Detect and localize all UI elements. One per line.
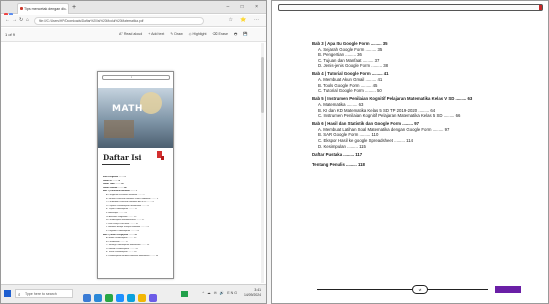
cover-title: MATH	[112, 104, 143, 114]
screenshot-root: Tips mencetak dengan di... × + – □ × ← →…	[0, 0, 549, 304]
taskbar-app-icon[interactable]	[149, 294, 157, 302]
page-indicator[interactable]: 1 of 9	[5, 30, 15, 39]
taskbar-app-icon[interactable]	[127, 294, 135, 302]
pdf-toolbar: 1 of 9 A° Read aloud + Add text ✎ Draw ◇…	[1, 28, 266, 42]
search-icon: ⌕	[18, 292, 21, 297]
browser-window: Tips mencetak dengan di... × + – □ × ← →…	[0, 0, 267, 304]
page-header-strip: i	[102, 75, 170, 80]
pdf-favicon-icon	[20, 7, 23, 10]
taskbar-app-icon[interactable]	[83, 294, 91, 302]
page-heading: Daftar Isi	[103, 153, 142, 162]
cover-image: MATH	[98, 88, 173, 148]
clock-date: 14/09/2024	[244, 293, 261, 297]
toc-item: C. Tutorial Google Form ......... 50	[318, 88, 382, 94]
pdf-tools: A° Read aloud + Add text ✎ Draw ◇ Highli…	[119, 30, 253, 39]
windows-taskbar: ⌕ Type here to search ^ ☁ ✉ 🔊 ENG 3:41 1…	[1, 284, 266, 303]
print-icon[interactable]: 🖶	[234, 32, 237, 36]
read-aloud-button[interactable]: A° Read aloud	[119, 32, 142, 36]
table-of-contents: Bab 3 | Apa Itu Google Form ......... 35…	[312, 41, 532, 168]
heading-underline	[102, 164, 130, 165]
new-tab-button[interactable]: +	[72, 3, 76, 12]
header-red-accent	[539, 5, 542, 10]
taskbar-app-icon[interactable]	[116, 294, 124, 302]
footer-rule-left	[317, 289, 412, 290]
scrollbar-thumb[interactable]	[261, 57, 264, 113]
taskbar-app-icon[interactable]	[138, 294, 146, 302]
document-page: Bab 3 | Apa Itu Google Form ......... 35…	[271, 0, 549, 304]
footer-rule-right	[428, 289, 488, 290]
erase-button[interactable]: ⌫ Erase	[212, 32, 227, 36]
address-bar[interactable]: file:///C:/Users/HP/Downloads/Daftar%20I…	[34, 17, 204, 25]
toc-item: D. Kesimpulan ......... 115	[318, 143, 366, 149]
reload-icon[interactable]: ↻	[19, 16, 23, 25]
browser-navbar: ← → ↻ ⌂ file:///C:/Users/HP/Downloads/Da…	[1, 15, 266, 27]
pdf-viewer: i MATH Daftar Isi Kata Pengantar .......…	[1, 43, 266, 283]
taskbar-app-icon[interactable]	[94, 294, 102, 302]
decorative-red-mark-2	[161, 156, 164, 160]
save-icon[interactable]: 💾	[243, 32, 247, 36]
clock[interactable]: 3:41 14/09/2024	[244, 288, 261, 298]
home-icon[interactable]: ⌂	[26, 16, 29, 25]
mini-toc: Kata Pengantar ......... ii Daftar Isi ..…	[103, 176, 169, 259]
taskbar-apps	[83, 289, 160, 302]
tab-title: Tips mencetak dengan di...	[24, 7, 68, 11]
taskbar-search[interactable]: ⌕ Type here to search	[15, 289, 73, 298]
document-header-strip	[278, 4, 543, 11]
add-text-button[interactable]: + Add text	[148, 32, 164, 36]
draw-button[interactable]: ✎ Draw	[170, 32, 182, 36]
toc-chapter: Tentang Penulis ......... 118	[312, 162, 365, 168]
browser-tab[interactable]: Tips mencetak dengan di... ×	[17, 3, 69, 14]
browser-titlebar: Tips mencetak dengan di... × + – □ ×	[1, 1, 266, 17]
search-placeholder: Type here to search	[25, 292, 57, 296]
footer-accent-bar	[495, 286, 521, 293]
toc-item: C. Instrumen Penilaian Kognitif Pelajara…	[318, 113, 461, 119]
page-number: vi	[412, 285, 428, 294]
pdf-page-thumbnail: i MATH Daftar Isi Kata Pengantar .......…	[97, 71, 174, 279]
toc-item: D. Jenis-jenis Google Form ......... 38	[318, 63, 388, 69]
highlight-button[interactable]: ◇ Highlight	[189, 32, 207, 36]
back-icon[interactable]: ←	[5, 16, 10, 25]
mini-toc-line: F. Pembelajaran Berbasis Masalah Matemat…	[106, 255, 159, 258]
browser-toolbar-icons[interactable]: ☆ ⭐ ⋯	[229, 16, 263, 25]
page-top-number: i	[131, 75, 132, 79]
window-controls[interactable]: – □ ×	[227, 2, 264, 12]
browser-menu-icons[interactable]	[4, 4, 14, 17]
taskbar-app-icon[interactable]	[105, 294, 113, 302]
toc-chapter: Daftar Pustaka ......... 117	[312, 151, 363, 157]
system-tray-icons[interactable]: ^ ☁ ✉ 🔊 ENG	[202, 291, 238, 295]
app-icon-green[interactable]	[181, 291, 188, 297]
forward-icon[interactable]: →	[12, 16, 17, 25]
start-button[interactable]	[4, 290, 11, 297]
tab-close-icon[interactable]: ×	[64, 4, 66, 14]
